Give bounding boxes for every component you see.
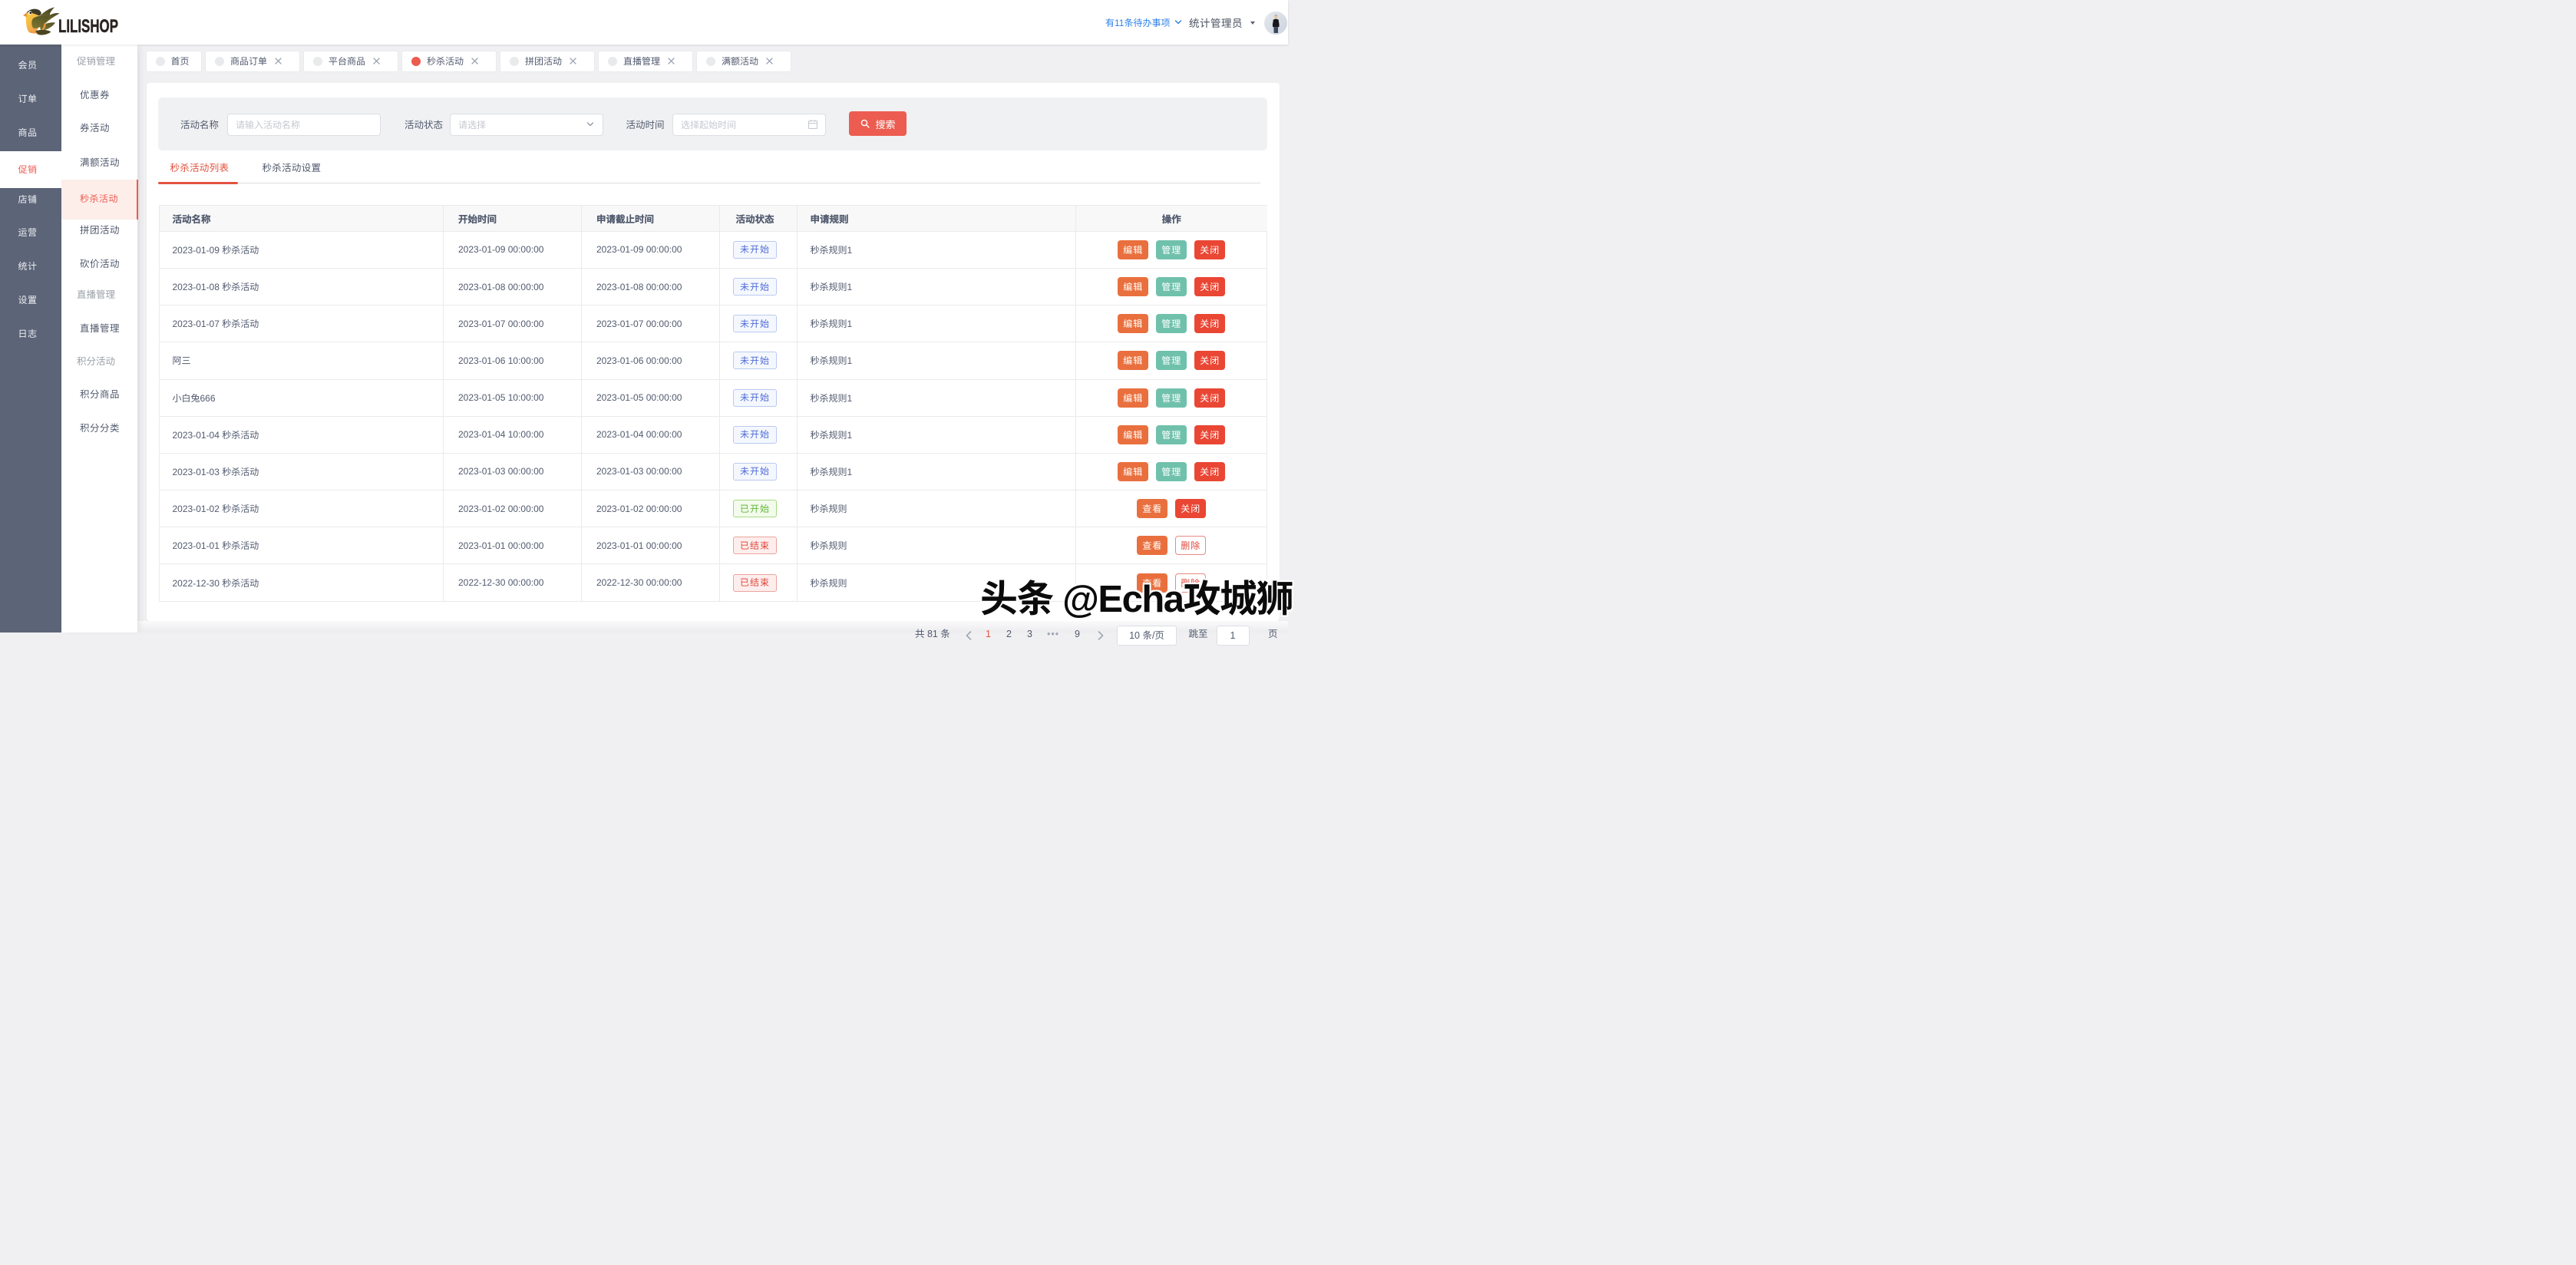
svg-text:LILISHOP: LILISHOP bbox=[58, 16, 118, 37]
